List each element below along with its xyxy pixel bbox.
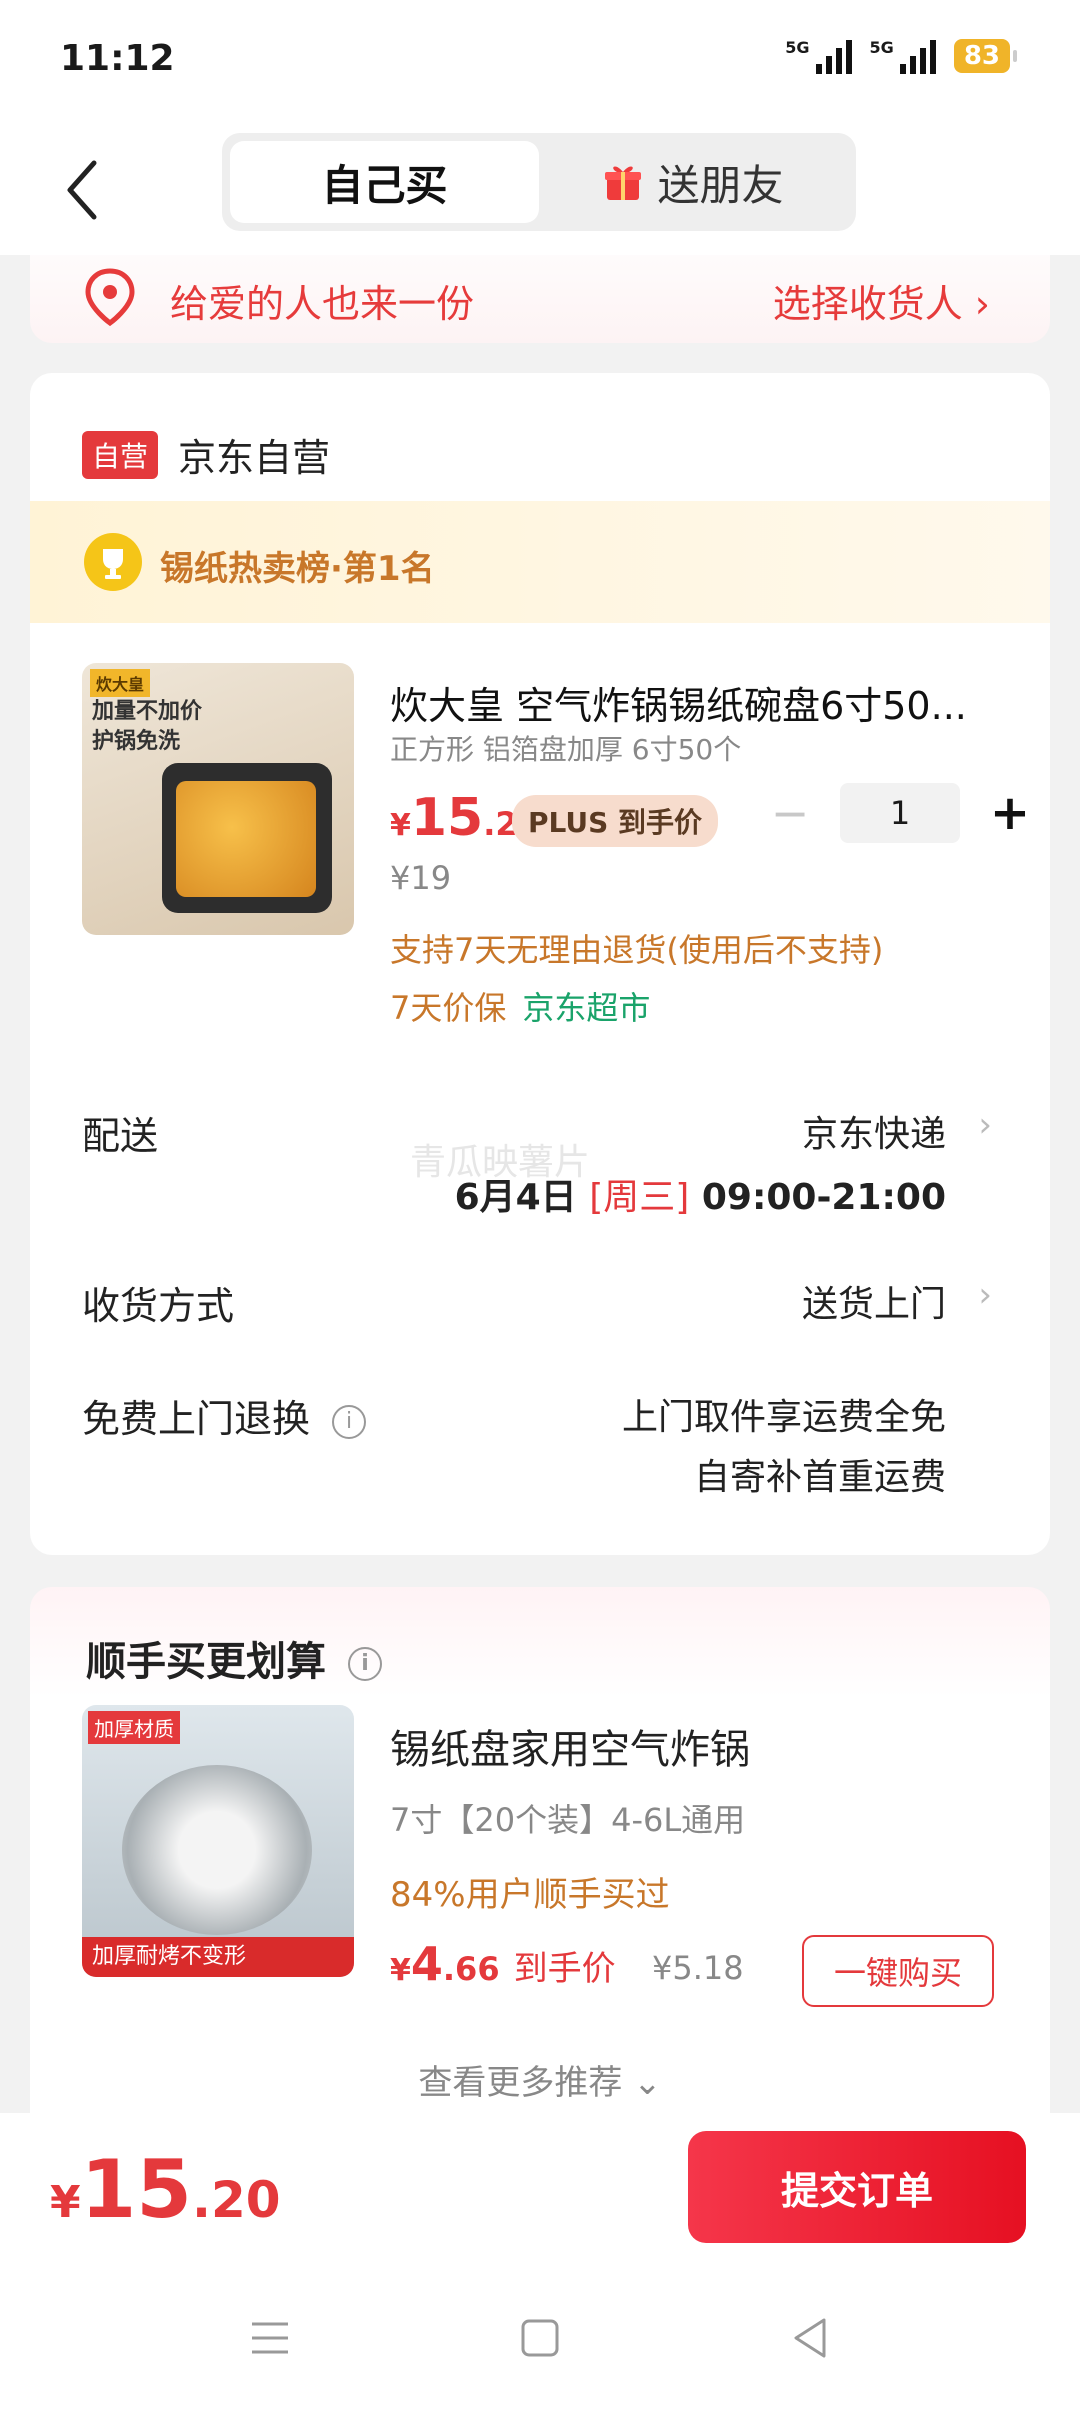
total-decimal: .20 <box>191 2171 281 2229</box>
delivery-weekday: [周三] <box>589 1177 690 1218</box>
store-name: 京东自营 <box>178 436 331 480</box>
system-nav-bar <box>0 2263 1080 2412</box>
recommendation-title: 顺手买更划算 i <box>86 1629 382 1687</box>
info-icon[interactable]: i <box>332 1404 367 1439</box>
rank-banner[interactable]: 锡纸热卖榜·第1名 <box>30 501 1050 623</box>
location-pin-icon <box>85 268 135 327</box>
signal-label: 5G <box>785 38 810 57</box>
total-integer: 15 <box>80 2143 192 2236</box>
recommend-price-decimal: .66 <box>442 1950 500 1988</box>
order-content: 给爱的人也来一份 选择收货人 › 自营 京东自营 锡纸热卖榜·第1名 炊大皇 加… <box>0 255 1080 2113</box>
recommend-product-spec: 7寸【20个装】4-6L通用 <box>390 1801 746 1839</box>
recommend-info-icon[interactable]: i <box>348 1647 382 1681</box>
product-title[interactable]: 炊大皇 空气炸锅锡纸碗盘6寸50... <box>390 675 990 730</box>
delivery-time-window: 09:00-21:00 <box>701 1177 946 1218</box>
product-price: ¥ 15 .2 <box>390 788 518 848</box>
header: 自己买 送朋友 <box>0 125 1080 255</box>
recommend-product-image[interactable]: 加厚材质 加厚耐烤不变形 <box>82 1705 354 1977</box>
product-image[interactable]: 炊大皇 加量不加价 护锅免洗 <box>82 663 354 935</box>
recommend-bought-stat: 84%用户顺手买过 <box>390 1875 670 1915</box>
free-return-row: 免费上门退换 i <box>82 1388 367 1443</box>
order-item-card: 自营 京东自营 锡纸热卖榜·第1名 炊大皇 加量不加价 护锅免洗 炊大皇 空气炸… <box>30 373 1050 1555</box>
recommend-image-caption: 加厚耐烤不变形 <box>82 1937 354 1977</box>
status-icons: 5G 5G 83 <box>785 38 1018 74</box>
foil-pan-picture <box>122 1765 312 1935</box>
recommend-image-tag: 加厚材质 <box>88 1711 180 1744</box>
status-time: 11:12 <box>60 38 175 79</box>
quantity-input[interactable]: 1 <box>840 783 960 843</box>
service-tags: 7天价保 京东超市 <box>390 983 650 1029</box>
back-arrow-icon[interactable] <box>58 155 108 225</box>
store-header: 自营 京东自营 <box>82 427 330 482</box>
tab-self-buy-label: 自己买 <box>321 160 448 210</box>
image-caption-line-2: 护锅免洗 <box>92 729 181 754</box>
delivery-date-day: 6月4日 <box>454 1177 577 1218</box>
quantity-stepper: − 1 + <box>760 783 1040 843</box>
recommend-original-price: ¥5.18 <box>652 1949 744 1987</box>
price-integer: 15 <box>410 788 484 848</box>
back-icon[interactable] <box>780 2308 840 2368</box>
increase-quantity-button[interactable]: + <box>980 785 1040 841</box>
see-more-recommendations[interactable]: 查看更多推荐 ⌄ <box>30 2055 1050 2104</box>
delivery-value[interactable]: 京东快递 <box>802 1105 946 1157</box>
return-policy: 支持7天无理由退货(使用后不支持) <box>390 931 884 969</box>
select-recipient-link[interactable]: 选择收货人 › <box>773 273 990 328</box>
trophy-icon <box>84 533 142 591</box>
image-caption-line-1: 加量不加价 <box>92 699 203 724</box>
plus-price-badge: PLUS 到手价 <box>512 795 719 847</box>
status-bar: 11:12 5G 5G 83 <box>0 0 1080 125</box>
tab-gift-friend[interactable]: 送朋友 <box>539 141 848 223</box>
fries-picture <box>176 781 316 897</box>
gift-banner-text: 给爱的人也来一份 <box>170 282 475 326</box>
price-protect-tag: 7天价保 <box>390 989 507 1027</box>
tab-gift-friend-label: 送朋友 <box>657 160 784 210</box>
delivery-chevron-icon[interactable]: › <box>978 1105 992 1145</box>
receive-method-label: 收货方式 <box>82 1284 235 1328</box>
delivery-label: 配送 <box>82 1114 159 1158</box>
free-return-line-2: 自寄补首重运费 <box>693 1457 946 1498</box>
purchase-mode-toggle: 自己买 送朋友 <box>222 133 856 231</box>
signal-label-2: 5G <box>869 38 894 57</box>
product-spec[interactable]: 正方形 铝箔盘加厚 6寸50个 <box>390 728 741 768</box>
decrease-quantity-button[interactable]: − <box>760 786 820 840</box>
rank-text: 锡纸热卖榜·第1名 <box>160 549 435 589</box>
self-operated-badge: 自营 <box>82 430 159 479</box>
jd-supermarket-tag: 京东超市 <box>522 989 651 1027</box>
menu-icon[interactable] <box>240 2308 300 2368</box>
total-price: ¥ 15 .20 <box>50 2143 281 2236</box>
receive-method-value[interactable]: 送货上门 <box>802 1275 946 1327</box>
receive-method-chevron-icon[interactable]: › <box>978 1275 992 1315</box>
recommend-product-name[interactable]: 锡纸盘家用空气炸锅 <box>390 1717 750 1775</box>
signal-icon: 5G <box>785 38 852 74</box>
recommend-price: ¥ 4 .66 到手价 <box>390 1937 616 1991</box>
product-brand-tag: 炊大皇 <box>90 669 151 697</box>
recommendation-card: 顺手买更划算 i 加厚材质 加厚耐烤不变形 锡纸盘家用空气炸锅 7寸【20个装】4… <box>30 1587 1050 2113</box>
home-icon[interactable] <box>510 2308 570 2368</box>
tab-self-buy[interactable]: 自己买 <box>230 141 539 223</box>
product-image-caption: 加量不加价 护锅免洗 <box>92 697 202 757</box>
free-return-label: 免费上门退换 <box>82 1397 311 1441</box>
gift-icon <box>605 166 642 200</box>
checkout-footer: ¥ 15 .20 提交订单 <box>0 2113 1080 2263</box>
recommend-price-currency: ¥ <box>390 1953 411 1988</box>
battery-icon: 83 <box>953 39 1018 73</box>
delivery-date[interactable]: 6月4日 [周三] 09:00-21:00 <box>455 1168 946 1220</box>
recommend-price-label: 到手价 <box>513 1949 616 1989</box>
recommendation-title-text: 顺手买更划算 <box>86 1639 326 1685</box>
original-price: ¥19 <box>390 859 452 897</box>
gift-banner[interactable]: 给爱的人也来一份 选择收货人 › <box>30 255 1050 343</box>
total-currency: ¥ <box>50 2177 81 2228</box>
one-click-buy-button[interactable]: 一键购买 <box>802 1935 994 2007</box>
free-return-line-1: 上门取件享运费全免 <box>621 1397 946 1438</box>
submit-order-button[interactable]: 提交订单 <box>688 2131 1026 2243</box>
signal-icon-2: 5G <box>870 38 936 74</box>
recommend-price-integer: 4 <box>410 1937 443 1991</box>
price-currency: ¥ <box>390 808 411 843</box>
